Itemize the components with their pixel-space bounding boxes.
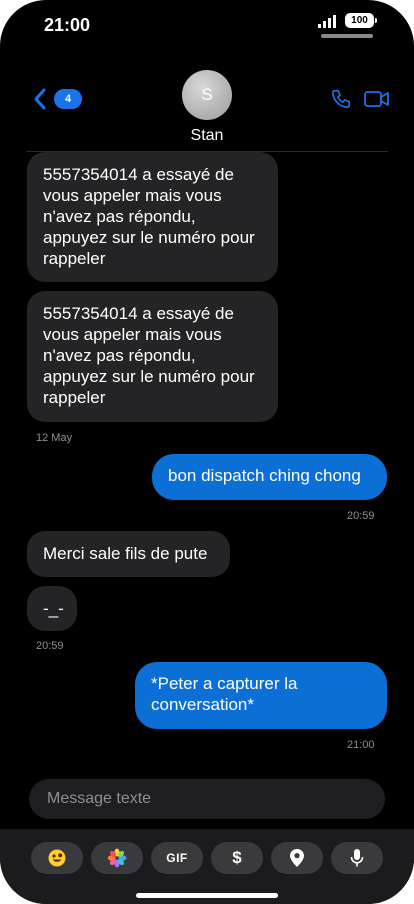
message-input[interactable]	[29, 779, 385, 819]
message-timestamp: 20:59	[347, 510, 375, 522]
location-button[interactable]	[271, 842, 323, 874]
phone-screen: 21:00 100 4 S Stan 5557354014 a essayé d…	[0, 0, 414, 904]
location-pin-icon	[290, 849, 304, 867]
chevron-left-icon	[34, 88, 46, 110]
phone-icon[interactable]	[330, 88, 352, 110]
message-date: 12 May	[36, 432, 73, 444]
back-button[interactable]: 4	[32, 86, 86, 112]
message-bubble-incoming[interactable]: 5557354014 a essayé de vous appeler mais…	[27, 291, 278, 422]
photos-icon	[107, 848, 127, 868]
contact-name[interactable]: Stan	[0, 127, 414, 145]
status-time: 21:00	[44, 15, 91, 35]
contact-avatar[interactable]: S	[182, 70, 232, 120]
voice-button[interactable]	[331, 842, 383, 874]
status-bar: 21:00 100	[0, 0, 414, 48]
photos-button[interactable]	[91, 842, 143, 874]
battery-icon: 100	[345, 13, 374, 28]
message-timestamp: 21:00	[347, 739, 375, 751]
message-bubble-outgoing[interactable]: bon dispatch ching chong	[152, 454, 387, 500]
message-timestamp: 20:59	[36, 640, 64, 652]
gif-label: GIF	[166, 851, 188, 865]
battery-level: 100	[351, 15, 368, 26]
battery-tip	[375, 18, 377, 23]
home-indicator[interactable]	[136, 893, 278, 898]
signal-icon	[318, 15, 336, 28]
message-text: bon dispatch ching chong	[168, 466, 361, 485]
message-text: *Peter a capturer la conversation*	[151, 674, 298, 714]
emoji-icon	[48, 849, 66, 867]
message-bubble-outgoing[interactable]: *Peter a capturer la conversation*	[135, 662, 387, 729]
emoji-button[interactable]	[31, 842, 83, 874]
message-text: Merci sale fils de pute	[43, 544, 208, 563]
message-text: -_-	[43, 599, 64, 618]
message-text: 5557354014 a essayé de vous appeler mais…	[43, 304, 255, 407]
gif-button[interactable]: GIF	[151, 842, 203, 874]
dollar-icon: $	[232, 848, 242, 867]
microphone-icon	[350, 849, 364, 867]
avatar-initial: S	[201, 85, 213, 104]
message-text: 5557354014 a essayé de vous appeler mais…	[43, 165, 255, 268]
conversation-header: 4 S Stan	[0, 60, 414, 152]
video-call-icon[interactable]	[364, 90, 390, 108]
status-indicator-bar	[321, 34, 373, 38]
message-bubble-incoming[interactable]: 5557354014 a essayé de vous appeler mais…	[27, 152, 278, 282]
payment-button[interactable]: $	[211, 842, 263, 874]
message-bubble-incoming[interactable]: -_-	[27, 586, 77, 631]
message-bubble-incoming[interactable]: Merci sale fils de pute	[27, 531, 230, 577]
unread-count-badge: 4	[54, 89, 82, 109]
